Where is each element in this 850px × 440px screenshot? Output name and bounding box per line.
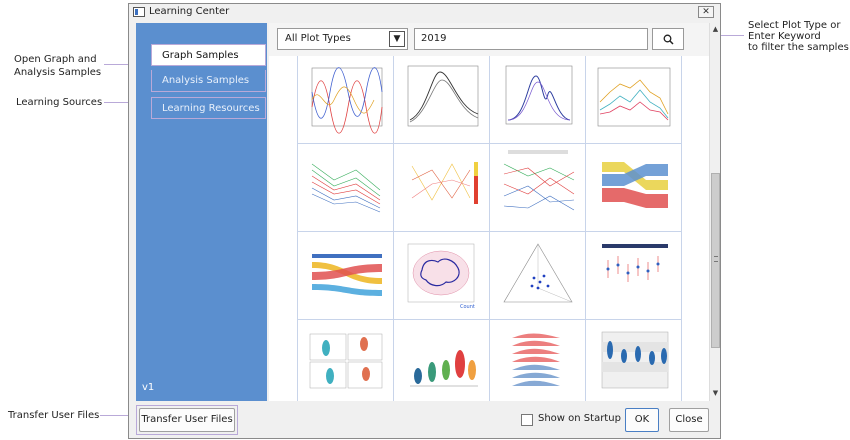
chevron-down-icon[interactable]: ▼	[389, 31, 405, 47]
ternary-scatter-thumbnail	[503, 243, 573, 303]
sidebar-item-learning-resources[interactable]: Learning Resources	[151, 97, 266, 119]
plot-type-select[interactable]: All Plot Types ▼	[277, 28, 408, 50]
grip-icon	[714, 256, 718, 262]
search-icon	[663, 34, 674, 45]
keyword-value: 2019	[421, 33, 447, 44]
sidebar: Graph Samples Analysis Samples Learning …	[136, 23, 267, 401]
keyword-input[interactable]: 2019	[414, 28, 648, 50]
violin-box-thumbnail	[410, 350, 478, 387]
sample-tile-spectrum-fit[interactable]	[490, 56, 586, 144]
close-icon: ✕	[702, 7, 710, 17]
show-on-startup-checkbox[interactable]	[521, 414, 533, 426]
spectrum-fit-thumbnail	[505, 65, 573, 125]
sample-tile-parallel-heatmap[interactable]	[394, 144, 490, 232]
svg-text:Count: Count	[460, 304, 475, 310]
sidebar-item-graph-samples[interactable]: Graph Samples	[151, 44, 266, 66]
sankey-thumbnail	[312, 254, 382, 296]
scroll-up-icon[interactable]: ▲	[710, 25, 721, 35]
callout-transfer: Transfer User Files	[8, 410, 100, 421]
split-violin-thumbnail	[601, 331, 669, 389]
search-button[interactable]	[652, 28, 684, 50]
window-close-button[interactable]: ✕	[698, 6, 714, 18]
ok-button[interactable]: OK	[625, 408, 659, 432]
close-button[interactable]: Close	[669, 408, 709, 432]
footer-bar: Transfer User Files Show on Startup OK C…	[129, 401, 720, 438]
plot-type-value: All Plot Types	[285, 33, 351, 44]
app-icon	[133, 7, 145, 17]
transfer-user-files-button[interactable]: Transfer User Files	[139, 408, 235, 432]
violin-panel-thumbnail	[309, 333, 383, 389]
sample-tile-polar-contour[interactable]: Count	[394, 232, 490, 320]
samples-scrollbar[interactable]: ▲ ▼	[709, 23, 720, 401]
line-graph-thumbnail	[311, 67, 383, 134]
sidebar-item-label: Analysis Samples	[162, 75, 250, 86]
parallel-coordinates-thumbnail	[311, 163, 381, 213]
polar-contour-thumbnail: Count	[407, 243, 475, 310]
scroll-thumb[interactable]	[711, 173, 720, 348]
sample-tile-ridgeline[interactable]	[490, 320, 586, 408]
callout-learning-sources: Learning Sources	[16, 97, 103, 108]
sample-tile-violin-panel[interactable]	[298, 320, 394, 408]
callout-select-filter: Select Plot Type or Enter Keyword to fil…	[748, 20, 849, 53]
filter-bar: All Plot Types ▼ 2019	[269, 23, 709, 56]
peak-fit-thumbnail	[407, 65, 479, 127]
samples-grid: Count	[297, 56, 683, 408]
ridgeline-thumbnail	[512, 333, 560, 386]
learning-center-window: Learning Center ✕ Graph Samples Analysis…	[128, 3, 721, 439]
sample-tile-split-violin[interactable]	[586, 320, 682, 408]
parallel-sets-thumbnail	[602, 162, 668, 208]
sidebar-item-label: Learning Resources	[162, 103, 260, 114]
sidebar-item-label: Graph Samples	[162, 50, 239, 61]
show-on-startup-label: Show on Startup	[538, 413, 621, 424]
dot-error-thumbnail	[602, 244, 668, 282]
callout-open-graph: Open Graph and Analysis Samples	[14, 54, 102, 78]
samples-panel: All Plot Types ▼ 2019 Count	[269, 23, 709, 408]
sample-tile-parallel-coordinates[interactable]	[298, 144, 394, 232]
title-bar: Learning Center ✕	[129, 4, 720, 21]
version-label: v1	[142, 382, 155, 393]
sample-tile-parallel-sets[interactable]	[586, 144, 682, 232]
sample-tile-dot-error[interactable]	[586, 232, 682, 320]
scroll-down-icon[interactable]: ▼	[710, 389, 721, 399]
sample-tile-multi-line[interactable]	[586, 56, 682, 144]
sample-tile-peak-fit[interactable]	[394, 56, 490, 144]
sample-tile-ternary-scatter[interactable]	[490, 232, 586, 320]
parallel-lines-thumbnail	[503, 150, 575, 211]
window-title: Learning Center	[149, 6, 230, 17]
sidebar-item-analysis-samples[interactable]: Analysis Samples	[151, 70, 266, 92]
sample-tile-parallel-lines[interactable]	[490, 144, 586, 232]
parallel-heatmap-thumbnail	[411, 162, 478, 204]
multi-line-thumbnail	[597, 67, 671, 127]
sample-tile-sankey[interactable]	[298, 232, 394, 320]
sample-tile-line-graph[interactable]	[298, 56, 394, 144]
sample-tile-violin-box[interactable]	[394, 320, 490, 408]
